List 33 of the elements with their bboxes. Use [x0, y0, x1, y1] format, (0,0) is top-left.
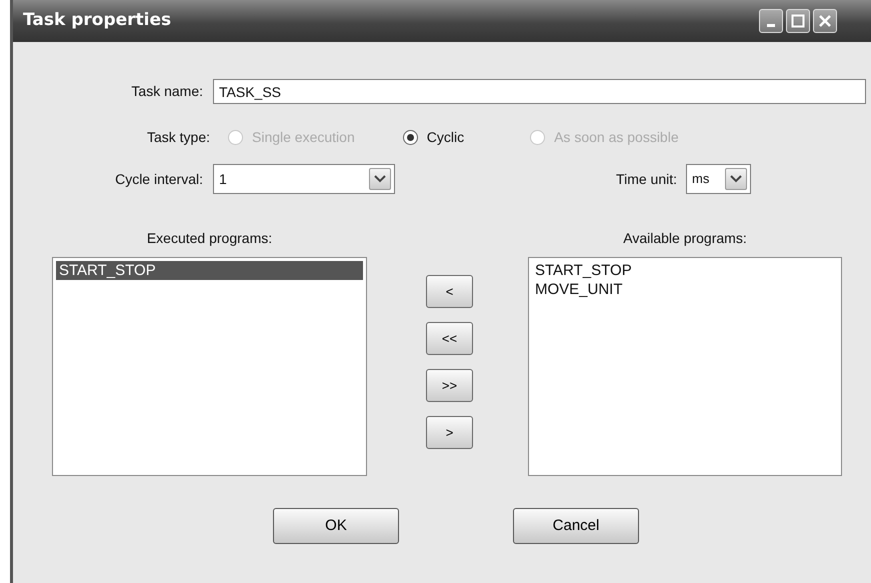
chevron-down-icon	[725, 168, 747, 190]
radio-label: Cyclic	[426, 128, 464, 147]
cancel-button[interactable]: Cancel	[513, 508, 639, 544]
chevron-down-icon	[369, 168, 391, 190]
ok-button[interactable]: OK	[273, 508, 399, 544]
field-label: Cycle interval:	[114, 170, 203, 189]
cycle-interval-dropdown[interactable]: 1	[213, 164, 395, 194]
close-icon	[818, 14, 832, 28]
transfer-button[interactable]: >	[426, 416, 473, 449]
close-button[interactable]	[813, 9, 837, 33]
transfer-button[interactable]: <	[426, 275, 473, 308]
radio-button[interactable]	[402, 130, 418, 145]
list-label: Executed programs:	[146, 229, 274, 248]
executed-programs-list[interactable]: START_STOP	[52, 257, 367, 476]
maximize-button[interactable]	[786, 9, 810, 33]
window-title: Task properties	[23, 9, 172, 32]
maximize-icon	[791, 14, 805, 28]
field-label: Time unit:	[615, 170, 677, 188]
list-item[interactable]: MOVE_UNIT	[532, 280, 838, 299]
list-item[interactable]: START_STOP	[532, 261, 838, 280]
transfer-button[interactable]: <<	[426, 322, 473, 355]
field-label: Task name:	[130, 82, 203, 101]
list-label: Available programs:	[622, 229, 748, 248]
minimize-icon	[767, 24, 775, 27]
transfer-button[interactable]: >>	[426, 369, 473, 402]
task-name-field[interactable]: TASK_SS	[213, 79, 866, 104]
list-item[interactable]: START_STOP	[56, 261, 363, 280]
time-unit-dropdown[interactable]: ms	[686, 164, 751, 194]
available-programs-list[interactable]: START_STOP MOVE_UNIT	[528, 257, 842, 476]
radio-label: As soon as possible	[554, 128, 679, 147]
minimize-button[interactable]	[759, 9, 783, 33]
field-label: Task type:	[146, 128, 210, 147]
radio-label: Single execution	[252, 128, 355, 147]
